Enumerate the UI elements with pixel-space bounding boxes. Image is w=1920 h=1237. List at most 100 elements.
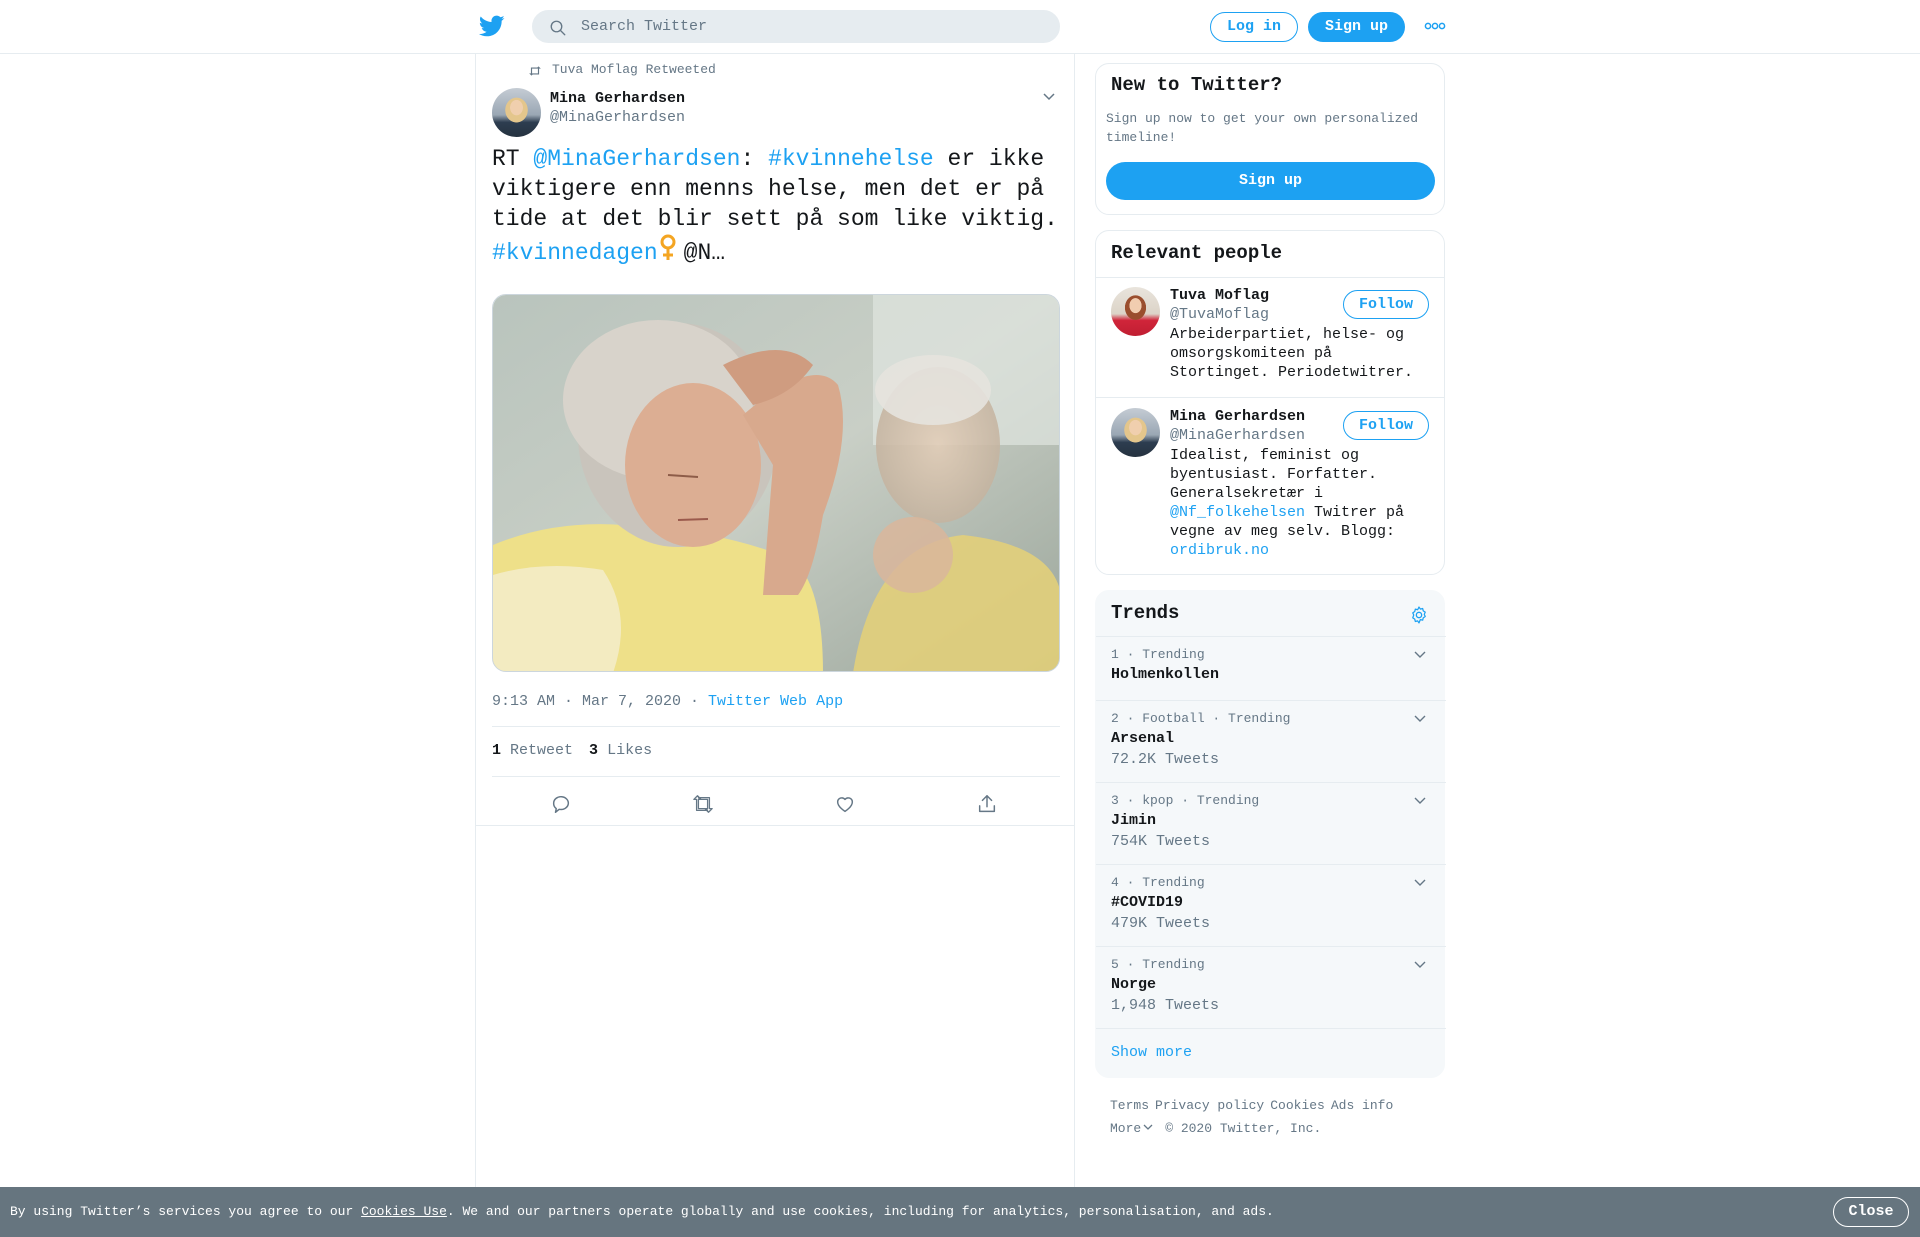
cookie-banner: By using Twitter’s services you agree to… <box>0 1187 1920 1237</box>
cookie-prefix: By using Twitter’s services you agree to… <box>10 1204 362 1219</box>
person-bio: Idealist, feminist og byentusiast. Forfa… <box>1170 446 1438 560</box>
hashtag-kvinnehelse[interactable]: #kvinnehelse <box>768 146 934 172</box>
tweet-photo[interactable] <box>492 294 1060 672</box>
login-button[interactable]: Log in <box>1210 12 1298 42</box>
bio-line: Stortinget. Periodetwitrer. <box>1170 364 1414 381</box>
sidebar-signup-button[interactable]: Sign up <box>1106 162 1435 200</box>
trend-item[interactable]: 4 · Trending #COVID19 479K Tweets <box>1096 864 1446 946</box>
retweet-stat[interactable]: 1 Retweet <box>492 742 573 759</box>
gear-icon[interactable] <box>1409 605 1429 625</box>
bio-text: Twitrer på <box>1305 504 1405 521</box>
like-icon[interactable] <box>834 793 856 815</box>
line1-rest: er ikke <box>933 146 1045 172</box>
cookies-use-link[interactable]: Cookies Use <box>361 1204 447 1219</box>
footer-link-privacy[interactable]: Privacy policy <box>1155 1098 1264 1113</box>
bio-line: Idealist, feminist og <box>1170 447 1360 464</box>
trend-item[interactable]: 3 · kpop · Trending Jimin 754K Tweets <box>1096 782 1446 864</box>
tweet-text: RT @MinaGerhardsen: #kvinnehelse er ikke… <box>492 144 1062 266</box>
tweet-source[interactable]: Twitter Web App <box>708 693 843 710</box>
relevant-people-card: Relevant people Tuva Moflag @TuvaMoflag … <box>1095 230 1445 575</box>
tweet-trail: @N… <box>683 240 726 266</box>
avatar[interactable] <box>1111 287 1160 336</box>
bio-line: vegne av meg selv. Blogg: <box>1170 523 1396 540</box>
more-dots-icon[interactable] <box>1424 21 1446 31</box>
likes-stat[interactable]: 3 Likes <box>589 742 652 759</box>
bio-line: byentusiast. Forfatter. <box>1170 466 1378 483</box>
signup-button[interactable]: Sign up <box>1308 12 1405 42</box>
footer-link-terms[interactable]: Terms <box>1110 1098 1149 1113</box>
like-label: Likes <box>607 742 653 759</box>
person-handle[interactable]: @MinaGerhardsen <box>1170 427 1305 444</box>
trend-meta: 4 · Trending <box>1111 875 1205 890</box>
bio-url-link[interactable]: ordibruk.no <box>1170 542 1269 559</box>
author-name[interactable]: Mina Gerhardsen <box>550 90 685 107</box>
person-bio: Arbeiderpartiet, helse- og omsorgskomite… <box>1170 325 1438 382</box>
chevron-down-icon[interactable] <box>1414 715 1426 723</box>
person-name[interactable]: Tuva Moflag <box>1170 287 1269 304</box>
trend-name[interactable]: Norge <box>1111 976 1156 993</box>
retweet-icon[interactable] <box>692 793 714 815</box>
tweet-line-4: #kvinnedagen @N… <box>492 234 1062 266</box>
trend-count: 754K Tweets <box>1111 833 1211 850</box>
rt-prefix: RT <box>492 146 534 172</box>
trend-meta: 1 · Trending <box>1111 647 1205 662</box>
like-count: 3 <box>589 742 599 759</box>
trend-count: 1,948 Tweets <box>1111 997 1220 1014</box>
trend-item[interactable]: 1 · Trending Holmenkollen <box>1096 636 1446 700</box>
search-input[interactable] <box>581 11 1041 42</box>
mention-link[interactable]: @MinaGerhardsen <box>533 146 740 172</box>
chevron-down-icon <box>1143 1124 1153 1130</box>
chevron-down-icon[interactable] <box>1414 879 1426 887</box>
person-handle[interactable]: @TuvaMoflag <box>1170 306 1269 323</box>
trend-name[interactable]: Holmenkollen <box>1111 666 1219 683</box>
card-description: Sign up now to get your own personalized… <box>1106 111 1419 145</box>
twitter-bird-icon[interactable] <box>478 13 506 39</box>
retweeted-by-label[interactable]: Tuva Moflag Retweeted <box>552 62 716 78</box>
divider <box>1096 397 1444 398</box>
author-handle[interactable]: @MinaGerhardsen <box>550 109 685 126</box>
footer-link-ads[interactable]: Ads info <box>1331 1098 1393 1113</box>
divider <box>1096 277 1444 278</box>
hashtag-kvinnedagen[interactable]: #kvinnedagen <box>492 240 658 266</box>
avatar[interactable] <box>1111 408 1160 457</box>
bio-line: omsorgskomiteen på <box>1170 345 1333 362</box>
bio-line: Arbeiderpartiet, helse- og <box>1170 326 1405 343</box>
chevron-down-icon[interactable] <box>1414 797 1426 805</box>
chevron-down-icon[interactable] <box>1414 961 1426 969</box>
trend-name[interactable]: #COVID19 <box>1111 894 1183 911</box>
footer-row: Terms Privacy policy Cookies Ads info <box>1110 1094 1450 1117</box>
search-box[interactable] <box>532 10 1060 43</box>
trend-item[interactable]: 2 · Football · Trending Arsenal 72.2K Tw… <box>1096 700 1446 782</box>
tweet-timestamp[interactable]: 9:13 AM · Mar 7, 2020 <box>492 693 681 710</box>
trend-name[interactable]: Arsenal <box>1111 730 1174 747</box>
divider <box>476 825 1074 826</box>
card-title: Trends <box>1111 602 1180 624</box>
author-avatar[interactable] <box>492 88 541 137</box>
retweet-count: 1 <box>492 742 502 759</box>
tweet-column: Tuva Moflag Retweeted Mina Gerhardsen @M… <box>475 54 1075 1187</box>
bio-line: Generalsekretær i <box>1170 485 1324 502</box>
footer-link-cookies[interactable]: Cookies <box>1270 1098 1325 1113</box>
cookie-suffix: . We and our partners operate globally a… <box>446 1204 1274 1219</box>
trend-meta: 5 · Trending <box>1111 957 1205 972</box>
trend-item[interactable]: 5 · Trending Norge 1,948 Tweets <box>1096 946 1446 1028</box>
follow-button[interactable]: Follow <box>1343 411 1429 440</box>
close-button[interactable]: Close <box>1833 1197 1909 1227</box>
person-name[interactable]: Mina Gerhardsen <box>1170 408 1305 425</box>
chevron-down-icon[interactable] <box>1042 92 1056 102</box>
retweet-icon <box>529 66 541 76</box>
reply-icon[interactable] <box>550 793 572 815</box>
chevron-down-icon[interactable] <box>1414 651 1426 659</box>
show-more-link[interactable]: Show more <box>1111 1044 1192 1061</box>
meta-separator: · <box>681 693 709 710</box>
trend-name[interactable]: Jimin <box>1111 812 1156 829</box>
female-sign-icon <box>660 234 676 260</box>
footer-links: Terms Privacy policy Cookies Ads info More ©… <box>1110 1094 1450 1140</box>
retweet-label: Retweet <box>510 742 574 759</box>
footer-more-link[interactable]: More <box>1110 1121 1153 1136</box>
follow-button[interactable]: Follow <box>1343 290 1429 319</box>
top-header: Log in Sign up <box>0 0 1920 54</box>
bio-mention-link[interactable]: @Nf_folkehelsen <box>1170 504 1305 521</box>
footer-row: More © 2020 Twitter, Inc. <box>1110 1117 1450 1140</box>
share-icon[interactable] <box>976 793 998 815</box>
